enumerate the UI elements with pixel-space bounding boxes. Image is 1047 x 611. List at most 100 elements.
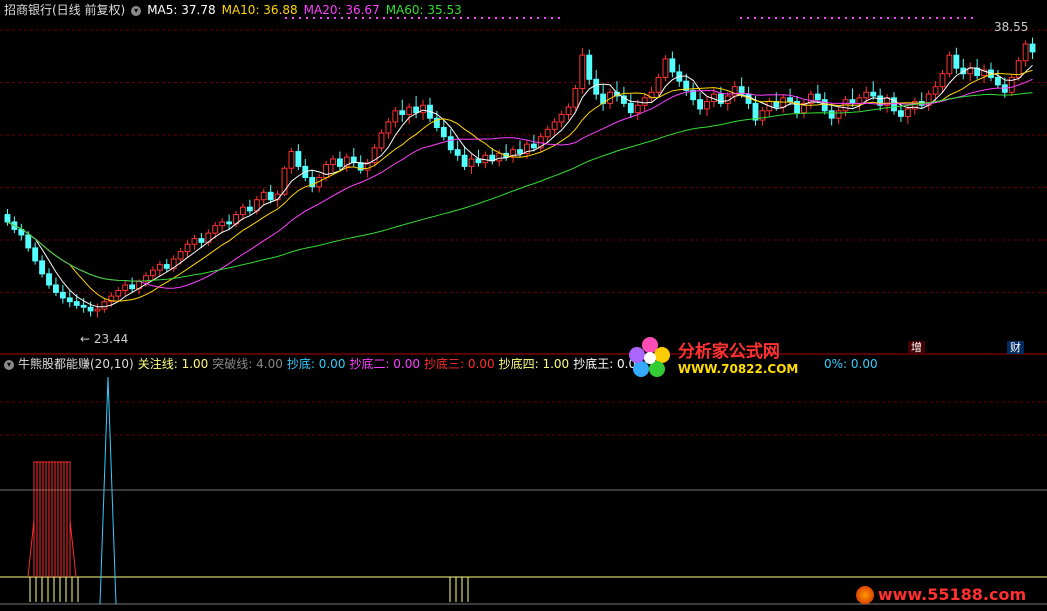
ind-value-1: 关注线: 1.00 (137, 357, 209, 371)
candle-body (246, 206, 253, 212)
signal-dot (376, 17, 378, 19)
signal-dot (334, 17, 336, 19)
chevron-down-icon[interactable]: ▾ (4, 359, 14, 370)
signal-dot (859, 17, 861, 19)
candle-body (773, 101, 780, 108)
signal-dot (390, 17, 392, 19)
signal-dot (495, 17, 497, 19)
tag-cai[interactable]: 财 (1007, 341, 1024, 354)
signal-dot (432, 17, 434, 19)
signal-dot (369, 17, 371, 19)
candle-body (378, 132, 385, 149)
candle-body (828, 110, 835, 119)
candle-body (413, 106, 420, 114)
candle-body (184, 243, 191, 253)
candle-body (517, 149, 523, 154)
candle-body (496, 152, 503, 162)
candle-body (219, 221, 226, 227)
candle-body (94, 308, 101, 312)
candle-body (288, 151, 295, 169)
signal-dot (446, 17, 448, 19)
candle-body (1029, 43, 1036, 53)
signal-dot (768, 17, 770, 19)
candle-body (856, 97, 863, 104)
signal-dot (810, 17, 812, 19)
signal-dot (285, 17, 287, 19)
candle-body (32, 247, 39, 262)
signal-dot (299, 17, 301, 19)
signal-dot (789, 17, 791, 19)
signal-dot (971, 17, 973, 19)
candle-body (39, 260, 46, 275)
ind-value-8: 0%: 0.00 (824, 357, 878, 371)
candle-body (163, 264, 170, 269)
signal-dot (537, 17, 539, 19)
candle-body (198, 238, 205, 243)
candle-body (787, 97, 794, 103)
candle-body (627, 102, 634, 114)
signal-dot (740, 17, 742, 19)
ma60-line (7, 92, 1033, 282)
candle-body (4, 214, 11, 223)
indicator-name: 牛熊股都能赚(20,10) (18, 357, 134, 371)
candle-body (641, 97, 648, 106)
candle-body (579, 54, 586, 90)
candle-body (565, 106, 572, 115)
candle-body (655, 76, 662, 93)
candle-body (399, 110, 406, 116)
candle-body (752, 102, 759, 121)
signal-dot (327, 17, 329, 19)
globe-logo-icon (856, 585, 874, 604)
candle-body (392, 110, 399, 123)
ind-value-5: 抄底三: 0.00 (424, 357, 495, 371)
chevron-down-icon[interactable]: ▾ (131, 5, 142, 16)
candle-body (336, 158, 343, 167)
candle-body (454, 149, 461, 156)
candle-body (870, 91, 877, 97)
candle-body (101, 301, 108, 310)
signal-dot (509, 17, 511, 19)
signal-dot (558, 17, 560, 19)
signal-dot (866, 17, 868, 19)
signal-dot (348, 17, 350, 19)
candle-body (129, 284, 136, 290)
candle-body (821, 99, 828, 112)
signal-dot (754, 17, 756, 19)
candle-body (759, 110, 766, 121)
candle-body (267, 191, 274, 201)
signal-dot (901, 17, 903, 19)
candle-body (440, 126, 447, 138)
candle-body (904, 108, 911, 117)
ind-value-4: 抄底二: 0.00 (349, 357, 421, 371)
candle-body (53, 284, 59, 293)
candle-body (814, 93, 821, 101)
signal-dot (838, 17, 840, 19)
signal-dot (502, 17, 504, 19)
signal-dot (887, 17, 889, 19)
signal-dot (341, 17, 343, 19)
signal-dot (425, 17, 427, 19)
signal-dot (929, 17, 931, 19)
signal-dot (439, 17, 441, 19)
signal-dot (362, 17, 364, 19)
stock-title: 招商银行(日线 前复权) (4, 3, 126, 17)
candle-body (468, 158, 475, 167)
signal-dot (404, 17, 406, 19)
signal-dot (873, 17, 875, 19)
tag-zeng[interactable]: 增 (908, 341, 925, 354)
candle-body (323, 164, 329, 179)
ind-value-6: 抄底四: 1.00 (498, 357, 570, 371)
signal-dot (936, 17, 938, 19)
candle-body (475, 158, 482, 164)
signal-dot (922, 17, 924, 19)
signal-dot (313, 17, 315, 19)
signal-dot (950, 17, 952, 19)
candle-body (953, 54, 960, 69)
signal-dot (880, 17, 882, 19)
signal-dot (852, 17, 854, 19)
signal-dot (383, 17, 385, 19)
candle-body (226, 221, 233, 225)
signal-dot (824, 17, 826, 19)
candle-body (73, 301, 80, 306)
candle-body (59, 291, 66, 299)
